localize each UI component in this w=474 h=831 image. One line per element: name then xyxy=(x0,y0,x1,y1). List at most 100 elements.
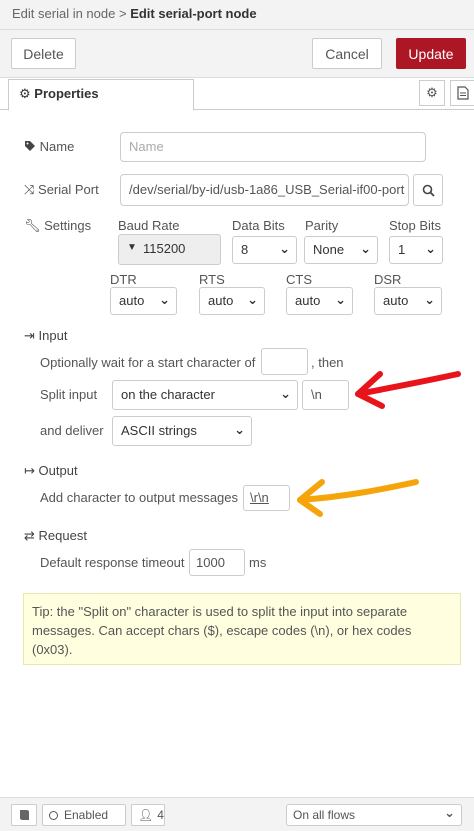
output-section-heading: ↦ Output xyxy=(24,463,78,479)
request-section-heading: ⇄ Request xyxy=(24,528,87,544)
book-icon xyxy=(19,810,29,820)
timeout-input[interactable]: 1000 xyxy=(189,549,245,576)
tab-properties[interactable]: ⚙ Properties xyxy=(8,79,194,111)
rts-select[interactable]: auto ⌄ xyxy=(199,287,265,315)
editor-toolbar: Delete Cancel Update xyxy=(0,30,474,78)
sign-out-icon: ↦ xyxy=(24,463,35,478)
cts-label: CTS xyxy=(286,272,312,287)
breadcrumb-current: Edit serial-port node xyxy=(130,6,257,21)
split-mode-select[interactable]: on the character ⌄ xyxy=(112,380,298,410)
cts-value: auto xyxy=(295,293,321,308)
timeout-unit: ms xyxy=(249,555,267,570)
rts-label: RTS xyxy=(199,272,225,287)
chevron-down-icon: ⌄ xyxy=(234,422,245,437)
chevron-down-icon: ⌄ xyxy=(424,292,435,307)
port-search-button[interactable] xyxy=(413,174,443,206)
stop-bits-select[interactable]: 1 ⌄ xyxy=(389,236,443,264)
data-bits-value: 8 xyxy=(241,242,249,257)
dtr-value: auto xyxy=(119,293,145,308)
name-row-label: Name xyxy=(24,139,74,154)
data-bits-select[interactable]: 8 ⌄ xyxy=(232,236,297,264)
editor-footer: Enabled 👤︎ 4 On all flows ⌄ xyxy=(0,797,474,831)
shuffle-icon: ⤨ xyxy=(24,182,35,197)
dsr-value: auto xyxy=(383,293,409,308)
wait-prefix-label: Optionally wait for a start character of xyxy=(40,355,256,370)
chevron-down-icon: ⌄ xyxy=(247,292,258,307)
chevron-down-icon: ⌄ xyxy=(425,241,436,256)
wrench-icon: 🔧︎ xyxy=(24,218,41,233)
enabled-toggle[interactable]: Enabled xyxy=(42,804,126,826)
search-icon xyxy=(422,184,435,197)
chevron-down-icon: ⌄ xyxy=(280,386,291,401)
parity-value: None xyxy=(313,242,345,257)
enabled-label: Enabled xyxy=(64,808,109,822)
name-input[interactable]: Name xyxy=(120,132,426,162)
gear-icon: ⚙ xyxy=(426,85,438,100)
breadcrumb: Edit serial in node > Edit serial-port n… xyxy=(0,0,474,30)
settings-label: Settings xyxy=(44,218,92,233)
split-input-label: Split input xyxy=(40,387,98,402)
timeout-label: Default response timeout xyxy=(40,555,185,570)
request-heading: Request xyxy=(38,528,87,543)
dtr-label: DTR xyxy=(110,272,137,287)
stop-bits-value: 1 xyxy=(398,242,406,257)
user-count: 4 xyxy=(157,808,164,822)
parity-label: Parity xyxy=(305,218,339,233)
output-char-input[interactable]: \r\n xyxy=(243,485,290,511)
deliver-label: and deliver xyxy=(40,423,104,438)
breadcrumb-separator: > xyxy=(118,6,127,21)
name-label: Name xyxy=(39,139,75,154)
chevron-down-icon: ⌄ xyxy=(444,805,455,820)
dsr-label: DSR xyxy=(374,272,402,287)
chevron-down-icon: ⌄ xyxy=(335,292,346,307)
caret-down-icon[interactable]: ▼ xyxy=(127,242,137,253)
input-heading: Input xyxy=(38,328,68,343)
baud-rate-label: Baud Rate xyxy=(118,218,180,233)
breadcrumb-parent[interactable]: Edit serial in node xyxy=(12,6,115,21)
red-arrow-annotation xyxy=(355,371,461,409)
document-icon xyxy=(456,86,469,100)
exchange-icon: ⇄ xyxy=(24,528,35,543)
start-char-input[interactable] xyxy=(261,348,308,375)
dsr-select[interactable]: auto ⌄ xyxy=(374,287,442,315)
baud-rate-combo[interactable]: ▼ 115200 xyxy=(118,234,221,265)
update-button[interactable]: Update xyxy=(396,38,466,69)
chevron-down-icon: ⌄ xyxy=(159,292,170,307)
orange-arrow-annotation xyxy=(297,479,419,517)
output-heading: Output xyxy=(38,463,78,478)
delete-button[interactable]: Delete xyxy=(11,38,76,69)
settings-row-label: 🔧︎ Settings xyxy=(24,218,91,234)
circle-icon xyxy=(49,810,58,820)
cancel-button[interactable]: Cancel xyxy=(312,38,382,69)
tab-bar: ⚙ Properties ⚙ xyxy=(0,78,474,111)
cts-select[interactable]: auto ⌄ xyxy=(286,287,353,315)
deliver-select[interactable]: ASCII strings ⌄ xyxy=(112,416,252,446)
tip-box: Tip: the "Split on" character is used to… xyxy=(23,593,461,665)
add-char-label: Add character to output messages xyxy=(40,490,239,505)
split-char-input[interactable]: \n xyxy=(302,380,349,410)
split-mode-value: on the character xyxy=(121,387,215,402)
gear-icon: ⚙ xyxy=(19,86,31,101)
chevron-down-icon: ⌄ xyxy=(279,241,290,256)
baud-rate-value: 115200 xyxy=(143,241,186,256)
rts-value: auto xyxy=(208,293,234,308)
chevron-down-icon: ⌄ xyxy=(360,241,371,256)
user-icon: 👤︎ xyxy=(138,808,154,822)
tag-icon xyxy=(25,141,35,151)
scope-select[interactable]: On all flows ⌄ xyxy=(286,804,462,826)
node-help-button[interactable] xyxy=(11,804,37,826)
scope-value: On all flows xyxy=(293,808,356,822)
sign-in-icon: ⇥ xyxy=(24,328,35,343)
dtr-select[interactable]: auto ⌄ xyxy=(110,287,177,315)
parity-select[interactable]: None ⌄ xyxy=(304,236,378,264)
serial-port-input[interactable]: /dev/serial/by-id/usb-1a86_USB_Serial-if… xyxy=(120,174,409,206)
wait-suffix-label: , then xyxy=(311,355,344,370)
input-section-heading: ⇥ Input xyxy=(24,328,67,344)
serial-port-row-label: ⤨ Serial Port xyxy=(24,182,99,198)
data-bits-label: Data Bits xyxy=(232,218,285,233)
deliver-value: ASCII strings xyxy=(121,423,197,438)
settings-gear-tab[interactable]: ⚙ xyxy=(419,80,445,106)
description-tab[interactable] xyxy=(450,80,474,106)
users-count-button[interactable]: 👤︎ 4 xyxy=(131,804,165,826)
stop-bits-label: Stop Bits xyxy=(389,218,442,233)
